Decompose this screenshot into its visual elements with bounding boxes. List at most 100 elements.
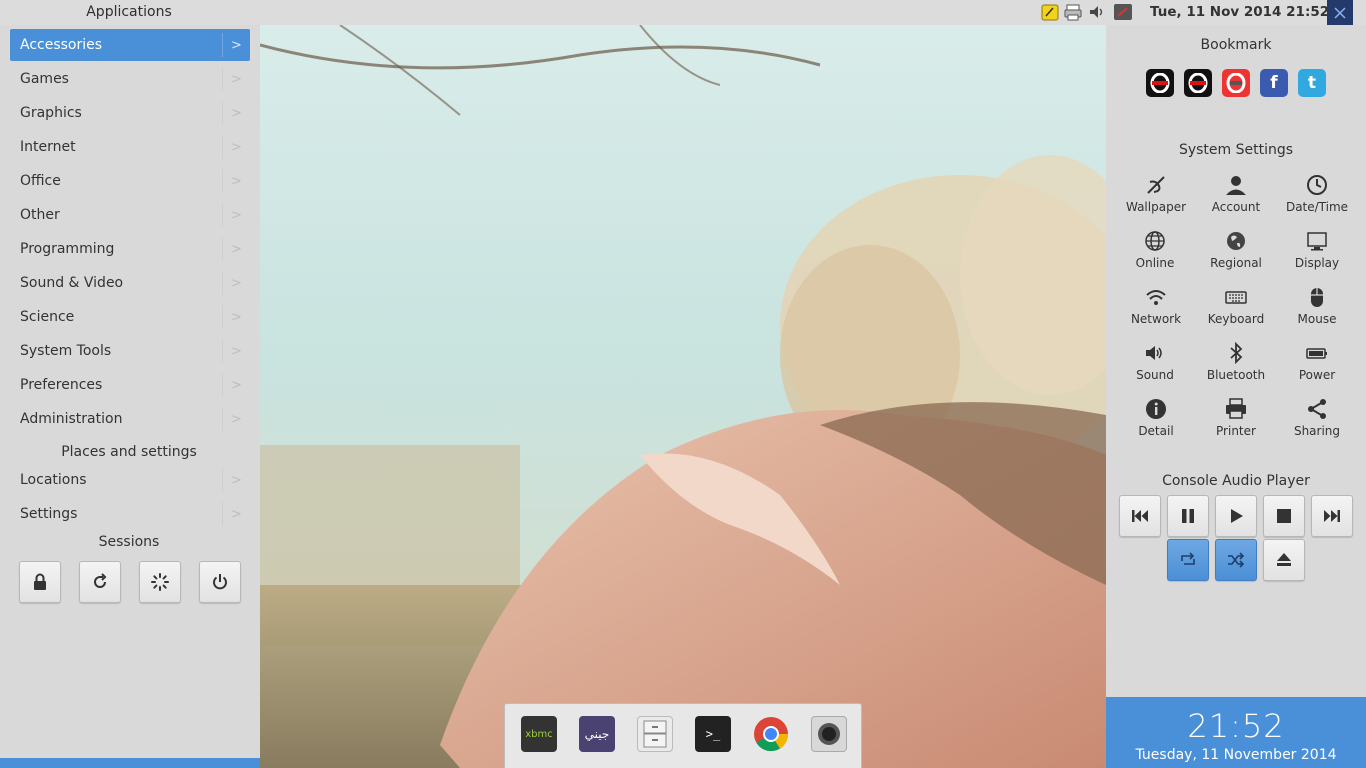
category-science[interactable]: Science > xyxy=(10,301,250,333)
applications-menu-title[interactable]: Applications xyxy=(0,4,258,20)
dock-camera[interactable] xyxy=(811,716,847,752)
bookmark-twitter[interactable]: t xyxy=(1298,69,1326,97)
category-accessories[interactable]: Accessories > xyxy=(10,29,250,61)
category-games[interactable]: Games > xyxy=(10,63,250,95)
setting-printer[interactable]: Printer xyxy=(1195,394,1277,446)
setting-label: Printer xyxy=(1216,424,1256,438)
category-preferences[interactable]: Preferences > xyxy=(10,369,250,401)
setting-detail[interactable]: Detail xyxy=(1115,394,1197,446)
power-button[interactable] xyxy=(199,561,241,603)
restart-button[interactable] xyxy=(79,561,121,603)
category-graphics[interactable]: Graphics > xyxy=(10,97,250,129)
mouse-icon xyxy=(1311,288,1323,307)
bookmark-opera-2[interactable] xyxy=(1184,69,1212,97)
setting-keyboard[interactable]: Keyboard xyxy=(1195,282,1277,334)
places-label: Locations xyxy=(20,472,87,488)
dock-chrome[interactable] xyxy=(753,716,789,752)
eject-button[interactable] xyxy=(1263,539,1305,581)
setting-network[interactable]: Network xyxy=(1115,282,1197,334)
stop-button[interactable] xyxy=(1263,495,1305,537)
audio-player-title: Console Audio Player xyxy=(1162,473,1310,489)
category-office[interactable]: Office > xyxy=(10,165,250,197)
sessions-section-title: Sessions xyxy=(98,534,160,550)
category-sound-video[interactable]: Sound & Video > xyxy=(10,267,250,299)
setting-bluetooth[interactable]: Bluetooth xyxy=(1195,338,1277,390)
chevron-right-icon: > xyxy=(222,271,250,295)
setting-sharing[interactable]: Sharing xyxy=(1276,394,1358,446)
setting-account[interactable]: Account xyxy=(1195,170,1277,222)
show-desktop-button[interactable] xyxy=(1327,0,1353,25)
power-icon xyxy=(213,574,227,590)
facebook-icon: f xyxy=(1270,73,1278,93)
repeat-icon xyxy=(1181,552,1195,565)
speaker-icon xyxy=(1146,346,1162,360)
previous-icon xyxy=(1132,510,1148,522)
menu-bottom-strip xyxy=(0,758,260,768)
setting-label: Power xyxy=(1298,368,1336,382)
previous-button[interactable] xyxy=(1119,495,1161,537)
dock-arabic-app[interactable]: جيني xyxy=(579,716,615,752)
stop-icon xyxy=(1277,509,1291,523)
lock-button[interactable] xyxy=(19,561,61,603)
regional-icon xyxy=(1227,232,1245,250)
setting-datetime[interactable]: Date/Time xyxy=(1276,170,1358,222)
setting-label: Regional xyxy=(1210,256,1262,270)
next-button[interactable] xyxy=(1311,495,1353,537)
setting-mouse[interactable]: Mouse xyxy=(1276,282,1358,334)
category-programming[interactable]: Programming > xyxy=(10,233,250,265)
setting-power[interactable]: Power xyxy=(1276,338,1358,390)
places-section-title: Places and settings xyxy=(61,444,197,460)
setting-label: Detail xyxy=(1138,424,1174,438)
places-item-settings[interactable]: Settings > xyxy=(10,498,250,530)
dock-file-manager[interactable] xyxy=(637,716,673,752)
category-system-tools[interactable]: System Tools > xyxy=(10,335,250,367)
category-label: Preferences xyxy=(20,377,103,393)
opera-alt-icon xyxy=(1226,73,1246,93)
chevron-right-icon: > xyxy=(222,101,250,125)
applications-menu: Accessories > Games > Graphics > Interne… xyxy=(0,25,260,768)
chevron-right-icon: > xyxy=(222,237,250,261)
setting-label: Online xyxy=(1135,256,1175,270)
pause-button[interactable] xyxy=(1167,495,1209,537)
volume-icon[interactable] xyxy=(1088,3,1106,21)
places-item-locations[interactable]: Locations > xyxy=(10,464,250,496)
notes-icon[interactable] xyxy=(1041,3,1059,21)
chevron-right-icon: > xyxy=(222,33,250,57)
lock-icon xyxy=(34,573,46,590)
bookmark-opera-alt[interactable] xyxy=(1222,69,1250,97)
setting-display[interactable]: Display xyxy=(1276,226,1358,278)
suspend-button[interactable] xyxy=(139,561,181,603)
bookmark-facebook[interactable]: f xyxy=(1260,69,1288,97)
bookmark-opera-1[interactable] xyxy=(1146,69,1174,97)
setting-regional[interactable]: Regional xyxy=(1195,226,1277,278)
places-label: Settings xyxy=(20,506,78,522)
setting-sound[interactable]: Sound xyxy=(1114,338,1196,390)
category-other[interactable]: Other > xyxy=(10,199,250,231)
category-internet[interactable]: Internet > xyxy=(10,131,250,163)
play-button[interactable] xyxy=(1215,495,1257,537)
big-clock-date: Tuesday, 11 November 2014 xyxy=(1135,747,1337,763)
printer-icon[interactable] xyxy=(1064,3,1082,21)
repeat-toggle[interactable] xyxy=(1167,539,1209,581)
dock-terminal[interactable]: >_ xyxy=(695,716,731,752)
chevron-right-icon: > xyxy=(222,502,250,526)
dock-xbmc[interactable]: xbmc xyxy=(521,716,557,752)
topbar-clock[interactable]: Tue, 11 Nov 2014 21:52 xyxy=(1150,4,1329,20)
chevron-right-icon: > xyxy=(222,468,250,492)
chevron-right-icon: > xyxy=(222,67,250,91)
application-dock: xbmc جيني >_ xyxy=(504,703,862,768)
setting-wallpaper[interactable]: Wallpaper xyxy=(1115,170,1197,222)
file-cabinet-icon xyxy=(643,720,667,748)
play-icon xyxy=(1231,509,1243,523)
chevron-right-icon: > xyxy=(222,203,250,227)
category-administration[interactable]: Administration > xyxy=(10,403,250,435)
category-label: Science xyxy=(20,309,75,325)
shuffle-toggle[interactable] xyxy=(1215,539,1257,581)
category-label: Accessories xyxy=(20,37,103,53)
restart-icon xyxy=(94,573,107,588)
setting-online[interactable]: Online xyxy=(1114,226,1196,278)
setting-label: Date/Time xyxy=(1285,200,1349,214)
setting-label: Wallpaper xyxy=(1125,200,1187,214)
network-icon[interactable] xyxy=(1113,3,1133,21)
top-panel: Applications Tue, 11 Nov 2014 21:52 xyxy=(0,0,1366,25)
